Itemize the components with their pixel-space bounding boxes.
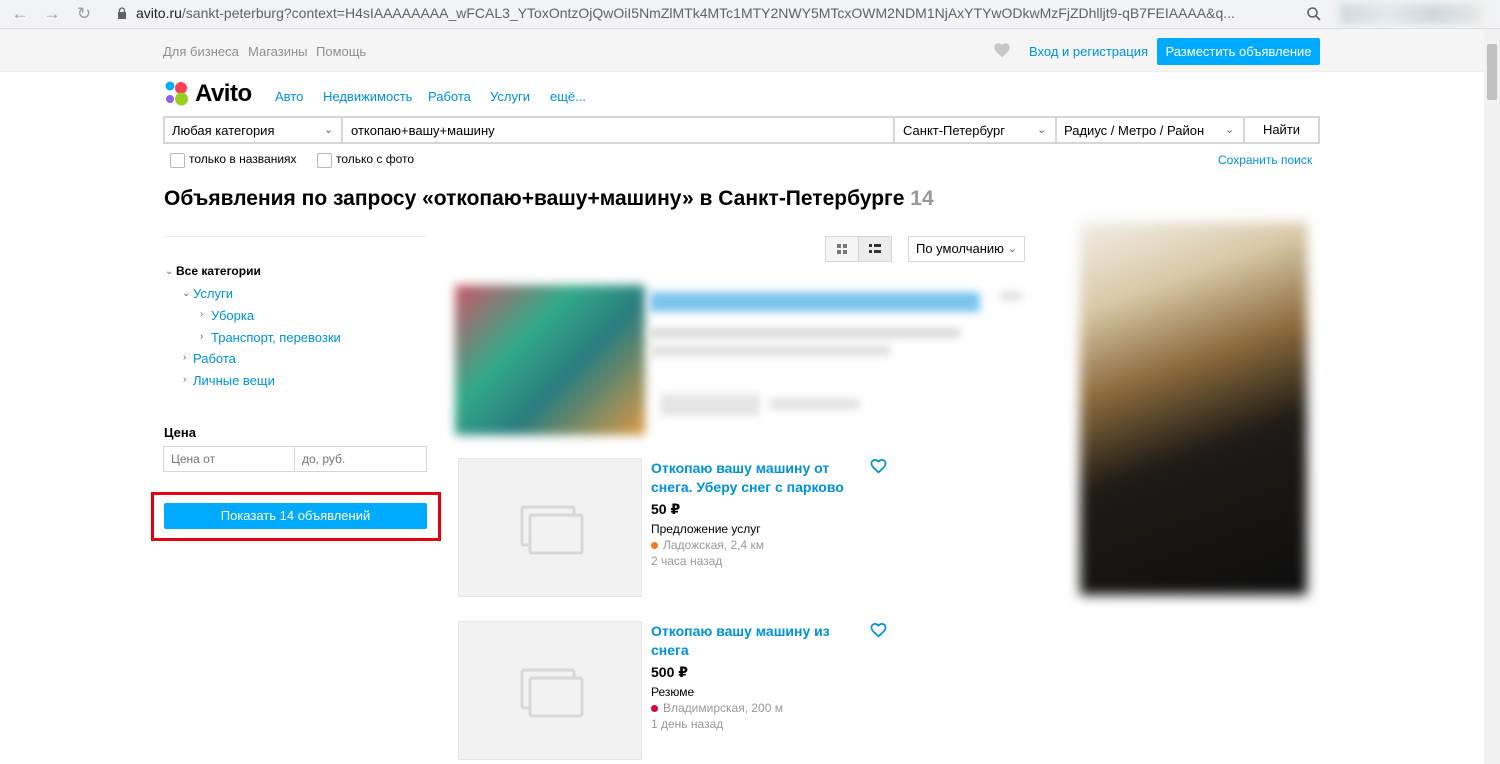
category-transport[interactable]: Транспорт, перевозки [211, 330, 341, 345]
item-price: 50 ₽ [651, 501, 681, 517]
promoted-ad-label [1000, 292, 1022, 300]
chevron-right-icon: › [200, 309, 204, 320]
grid-view-icon[interactable] [825, 236, 859, 262]
list-view-icon[interactable] [858, 236, 892, 262]
promoted-ad-image[interactable] [455, 285, 645, 435]
only-titles-label[interactable]: только в названиях [189, 152, 297, 166]
avito-logo-icon[interactable] [164, 80, 192, 106]
item-location: Ладожская, 2,4 км [651, 538, 764, 552]
only-photo-label[interactable]: только с фото [336, 152, 414, 166]
no-photo-icon [520, 505, 584, 555]
chevron-right-icon: › [183, 374, 187, 385]
shops-link[interactable]: Магазины [248, 44, 308, 59]
item-price: 500 ₽ [651, 664, 688, 680]
help-link[interactable]: Помощь [316, 44, 366, 59]
price-label: Цена [164, 425, 196, 440]
login-link[interactable]: Вход и регистрация [1029, 44, 1148, 59]
scrollbar-thumb[interactable] [1487, 44, 1497, 100]
sort-select[interactable]: По умолчанию ⌄ [908, 236, 1025, 262]
zoom-icon[interactable] [1306, 6, 1322, 22]
category-services[interactable]: Услуги [193, 286, 233, 301]
reload-icon[interactable]: ↻ [74, 4, 94, 24]
price-to-input[interactable] [294, 446, 427, 472]
category-cleaning[interactable]: Уборка [211, 308, 254, 323]
item-metro: Ладожская, 2,4 км [663, 538, 764, 552]
divider [164, 236, 426, 237]
only-titles-checkbox[interactable] [170, 153, 185, 168]
category-all[interactable]: Все категории [176, 264, 261, 278]
item-title-link[interactable]: Откопаю вашу машину от снега. Уберу снег… [651, 459, 856, 497]
search-input-value: откопаю+вашу+машину [351, 123, 495, 138]
for-business-link[interactable]: Для бизнеса [163, 44, 239, 59]
scrollbar[interactable] [1484, 29, 1500, 764]
item-time: 1 день назад [651, 717, 724, 731]
item-category: Резюме [651, 685, 695, 699]
item-photo-placeholder[interactable] [458, 458, 642, 597]
promoted-ad-button[interactable] [660, 394, 760, 416]
chevron-right-icon: › [183, 352, 187, 363]
back-icon[interactable]: ← [10, 4, 30, 24]
sort-select-value: По умолчанию [916, 241, 1004, 256]
city-select-value: Санкт-Петербург [903, 123, 1005, 138]
favorite-heart-icon[interactable] [870, 458, 887, 477]
advertising-banner[interactable] [1080, 222, 1307, 595]
promoted-ad-text [650, 346, 890, 356]
nav-auto[interactable]: Авто [275, 89, 303, 104]
url-path: /sankt-peterburg?context=H4sIAAAAAAAA_wF… [181, 5, 1235, 21]
result-count: 14 [910, 187, 934, 210]
chevron-down-icon: ⌄ [182, 288, 191, 299]
nav-realty[interactable]: Недвижимость [323, 89, 412, 104]
promoted-ad-title[interactable] [650, 292, 980, 312]
item-location: Владимирская, 200 м [651, 701, 783, 715]
promoted-ad-text [650, 328, 960, 338]
page-title: Объявления по запросу «откопаю+вашу+маши… [164, 187, 934, 211]
address-bar[interactable]: avito.ru/sankt-peterburg?context=H4sIAAA… [136, 5, 1235, 21]
chevron-down-icon: ⌄ [1225, 124, 1235, 136]
highlight-box [151, 492, 441, 541]
category-select-value: Любая категория [172, 123, 275, 138]
search-submit-button[interactable]: Найти [1243, 116, 1320, 144]
promoted-ad-link[interactable] [770, 398, 860, 410]
chevron-down-icon: ⌄ [165, 266, 174, 277]
metro-dot-icon [651, 542, 658, 550]
nav-services[interactable]: Услуги [490, 89, 530, 104]
favorites-heart-icon[interactable] [993, 42, 1011, 61]
price-from-input[interactable] [163, 446, 295, 472]
no-photo-icon [520, 668, 584, 718]
category-personal[interactable]: Личные вещи [193, 373, 275, 388]
chevron-down-icon: ⌄ [324, 124, 334, 136]
save-search-link[interactable]: Сохранить поиск [1218, 153, 1312, 167]
item-photo-placeholder[interactable] [458, 621, 642, 760]
lock-icon [117, 7, 127, 19]
chevron-right-icon: › [200, 331, 204, 342]
item-metro: Владимирская, 200 м [663, 701, 783, 715]
item-title-link[interactable]: Откопаю вашу машину из снега [651, 622, 856, 660]
item-category: Предложение услуг [651, 522, 761, 536]
post-ad-button[interactable]: Разместить объявление [1157, 38, 1320, 65]
favorite-heart-icon[interactable] [870, 622, 887, 641]
item-time: 2 часа назад [651, 554, 723, 568]
only-photo-checkbox[interactable] [317, 153, 332, 168]
chevron-down-icon: ⌄ [1007, 243, 1017, 255]
metro-dot-icon [651, 705, 658, 713]
nav-more[interactable]: ещё... [550, 89, 586, 104]
radius-select-value: Радиус / Метро / Район [1064, 123, 1205, 138]
category-jobs[interactable]: Работа [193, 351, 236, 366]
avito-logo-text[interactable]: Avito [195, 80, 252, 108]
chevron-down-icon: ⌄ [1037, 124, 1047, 136]
page-title-text: Объявления по запросу «откопаю+вашу+маши… [164, 187, 905, 210]
extensions-area [1340, 4, 1480, 24]
url-host: avito.ru [136, 5, 182, 21]
forward-icon[interactable]: → [42, 4, 62, 24]
nav-jobs[interactable]: Работа [428, 89, 471, 104]
